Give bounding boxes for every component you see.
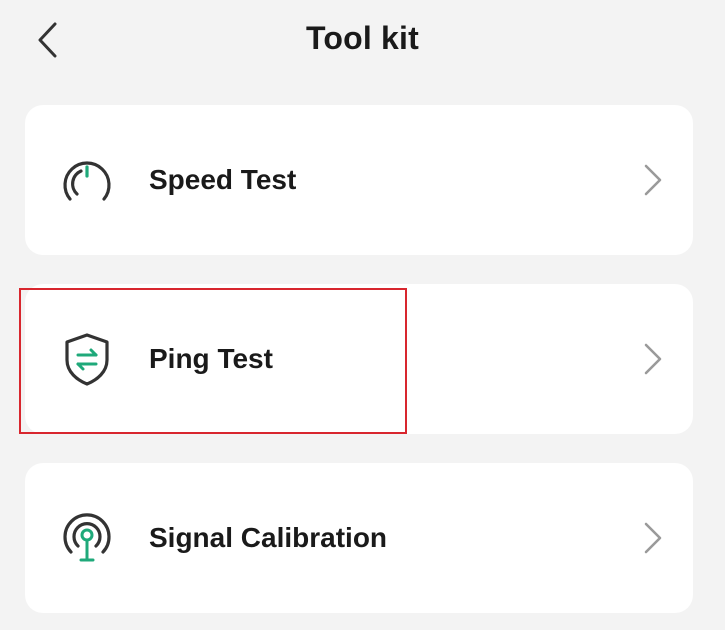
- tool-item-ping-test[interactable]: Ping Test: [25, 284, 693, 434]
- tool-item-speed-test[interactable]: Speed Test: [25, 105, 693, 255]
- page-title: Tool kit: [306, 20, 419, 56]
- tool-label: Ping Test: [149, 343, 273, 374]
- tool-label: Speed Test: [149, 164, 297, 195]
- tool-label: Signal Calibration: [149, 522, 388, 553]
- tool-item-signal-calibration[interactable]: Signal Calibration: [25, 463, 693, 613]
- speedometer-icon: [63, 161, 111, 201]
- chevron-right-icon: [644, 343, 662, 375]
- signal-antenna-icon: [63, 513, 111, 562]
- chevron-right-icon: [644, 164, 662, 196]
- top-bar: Tool kit: [0, 0, 725, 80]
- chevron-right-icon: [644, 522, 662, 554]
- shield-transfer-icon: [65, 333, 109, 386]
